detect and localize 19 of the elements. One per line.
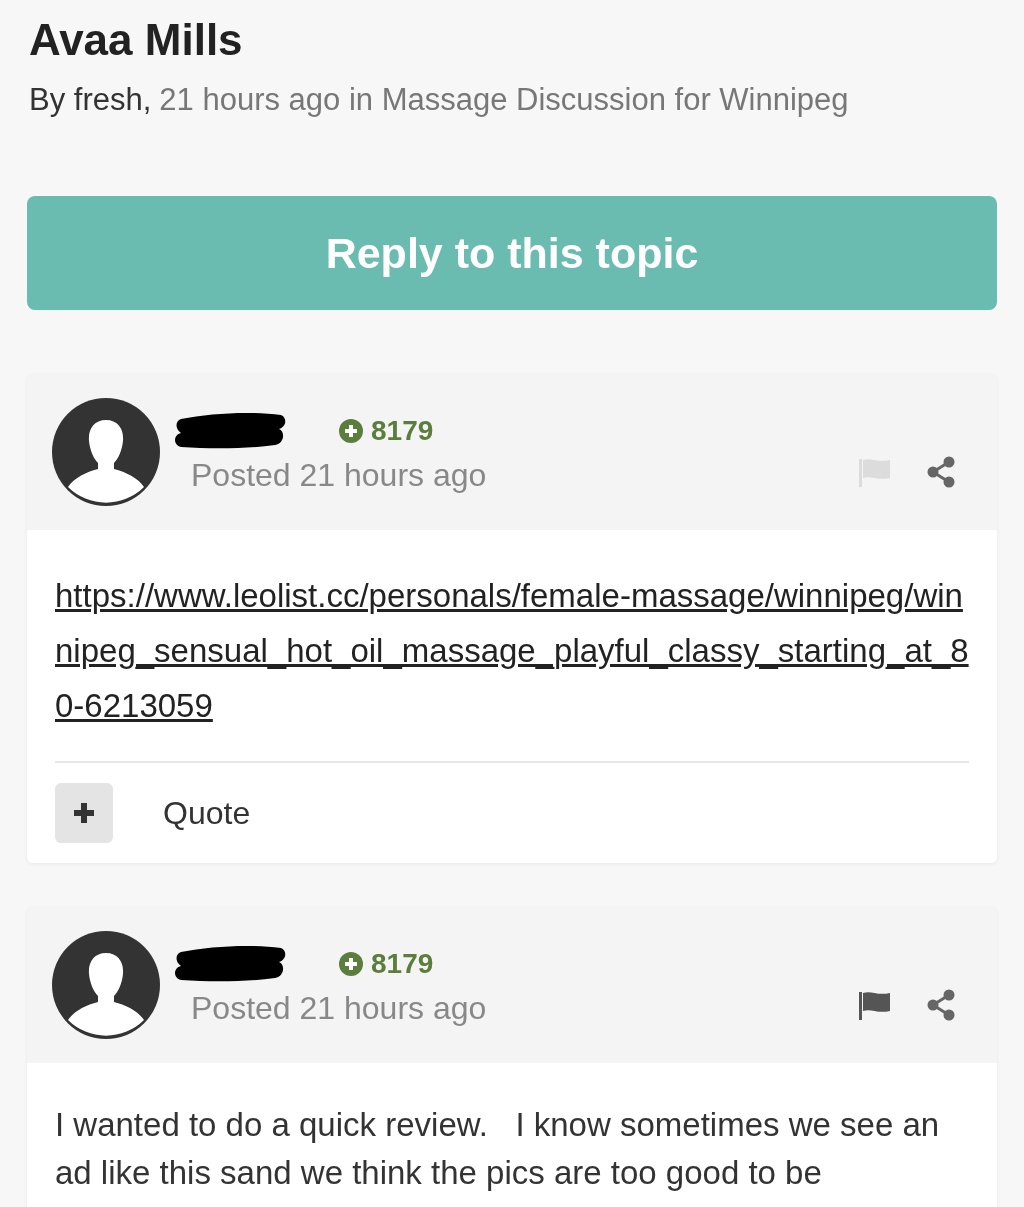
plus-icon xyxy=(72,801,96,825)
quote-link[interactable]: Quote xyxy=(163,794,251,832)
post-date: Posted 21 hours ago xyxy=(191,989,488,1027)
post-date: Posted 21 hours ago xyxy=(191,456,488,494)
avatar-icon xyxy=(52,931,160,1039)
post-link[interactable]: https://www.leolist.cc/personals/female-massage/winnipeg/winnipeg_sensual_hot_oil_massage_playful_classy_starting_at_80-6213059 xyxy=(55,568,969,733)
multiquote-button[interactable] xyxy=(55,783,113,843)
post-text: I wanted to do a quick review. I know sometimes we see an ad like this sand we think the pics are too good to be xyxy=(55,1105,941,1193)
author-link[interactable]: By fresh, xyxy=(29,82,152,117)
plus-circle-icon xyxy=(339,951,363,976)
reputation-count: 8179 xyxy=(371,414,434,447)
share-icon[interactable] xyxy=(925,456,957,488)
topic-title: Avaa Mills xyxy=(29,14,244,66)
plus-circle-icon xyxy=(339,418,363,443)
topic-meta: 21 hours ago in Massage Discussion for Winnipeg xyxy=(159,82,849,117)
avatar-icon xyxy=(52,398,160,506)
flag-icon[interactable] xyxy=(857,990,891,1020)
reputation-count: 8179 xyxy=(371,947,434,980)
share-icon[interactable] xyxy=(925,989,957,1021)
